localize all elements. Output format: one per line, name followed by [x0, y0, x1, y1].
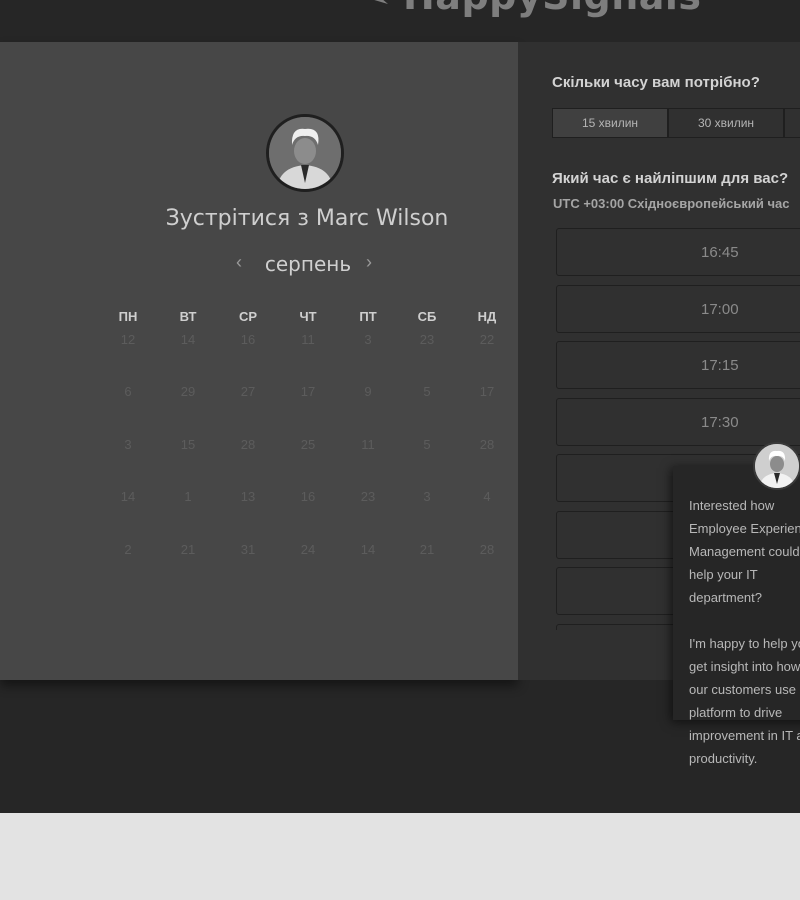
- calendar-day: 28: [479, 542, 495, 557]
- time-slot-label: 16:45: [701, 244, 739, 261]
- calendar-day: 14: [120, 489, 136, 504]
- calendar-day: 2: [124, 542, 132, 557]
- calendar-day: 22: [479, 332, 495, 347]
- calendar-day: 12: [120, 332, 136, 347]
- person-portrait-icon: [755, 444, 799, 488]
- calendar-day: 31: [240, 542, 256, 557]
- timezone-label[interactable]: UTC +03:00 Східноєвропейський час: [553, 196, 790, 211]
- chat-popup[interactable]: Interested how Employee Experience Manag…: [673, 466, 800, 766]
- chat-agent-avatar[interactable]: [753, 442, 800, 490]
- time-slot-button[interactable]: 16:45: [556, 228, 800, 276]
- calendar-day: 3: [423, 489, 431, 504]
- calendar-day: 21: [180, 542, 196, 557]
- month-label: серпень: [264, 252, 352, 276]
- calendar-day: 11: [361, 437, 375, 452]
- calendar-day: 28: [240, 437, 256, 452]
- calendar-day: 16: [240, 332, 256, 347]
- calendar-day: 28: [479, 437, 495, 452]
- calendar-day: 17: [479, 384, 495, 399]
- weekday-label: СР: [238, 309, 258, 324]
- time-slot-label: 17:15: [701, 357, 739, 374]
- brand-logo-text: HappySignals: [403, 0, 702, 18]
- calendar-day: 11: [301, 332, 315, 347]
- chevron-right-icon[interactable]: ›: [366, 252, 372, 273]
- duration-option-15[interactable]: 15 хвилин: [552, 108, 668, 138]
- duration-option-30[interactable]: 30 хвилин: [668, 108, 784, 138]
- host-avatar: [266, 114, 344, 192]
- calendar-day: 23: [419, 332, 435, 347]
- calendar-day: 3: [364, 332, 372, 347]
- weekday-label: ПН: [118, 309, 138, 324]
- calendar-day: 25: [300, 437, 316, 452]
- calendar-day: 17: [300, 384, 316, 399]
- calendar-day: 21: [419, 542, 435, 557]
- calendar-day: 29: [180, 384, 196, 399]
- calendar-day: 16: [300, 489, 316, 504]
- calendar-day: 15: [180, 437, 196, 452]
- calendar-day: 1: [184, 489, 192, 504]
- header: HappySignals: [0, 0, 800, 43]
- chat-bubble-logo-icon: [374, 0, 388, 4]
- weekday-label: ЧТ: [299, 309, 317, 324]
- chat-message: Interested how Employee Experience Manag…: [689, 498, 800, 766]
- duration-question: Скільки часу вам потрібно?: [552, 74, 760, 91]
- month-navigator: ‹ серпень ›: [230, 250, 386, 280]
- calendar-day: 5: [423, 437, 431, 452]
- calendar-day: 14: [360, 542, 376, 557]
- calendar-day: 9: [364, 384, 372, 399]
- time-question: Який час є найліпшим для вас?: [552, 170, 789, 187]
- calendar-day: 4: [483, 489, 491, 504]
- time-slot-label: 17:30: [701, 414, 739, 431]
- person-portrait-icon: [269, 117, 341, 189]
- weekday-label: ВТ: [179, 309, 197, 324]
- weekday-label: ПТ: [359, 309, 377, 324]
- calendar-day: 14: [180, 332, 196, 347]
- calendar-day: 5: [423, 384, 431, 399]
- calendar-day: 23: [360, 489, 376, 504]
- weekday-label: СБ: [417, 309, 437, 324]
- weekday-label: НД: [477, 309, 497, 324]
- calendar-day: 6: [124, 384, 132, 399]
- time-slot-label: 17:00: [701, 301, 739, 318]
- time-slot-button[interactable]: 17:15: [556, 341, 800, 389]
- calendar-day: 24: [300, 542, 316, 557]
- calendar-day: 13: [240, 489, 256, 504]
- page-footer: [0, 813, 800, 900]
- calendar-day: 3: [124, 437, 132, 452]
- time-slot-button[interactable]: 17:00: [556, 285, 800, 333]
- duration-option-more[interactable]: [784, 108, 800, 138]
- calendar-day: 27: [240, 384, 256, 399]
- calendar-panel: Зустрітися з Marc Wilson ‹ серпень › ПН …: [0, 42, 518, 680]
- time-slot-button[interactable]: 17:30: [556, 398, 800, 446]
- booking-page: HappySignals Зустрітися з Marc Wilson ‹ …: [0, 0, 800, 813]
